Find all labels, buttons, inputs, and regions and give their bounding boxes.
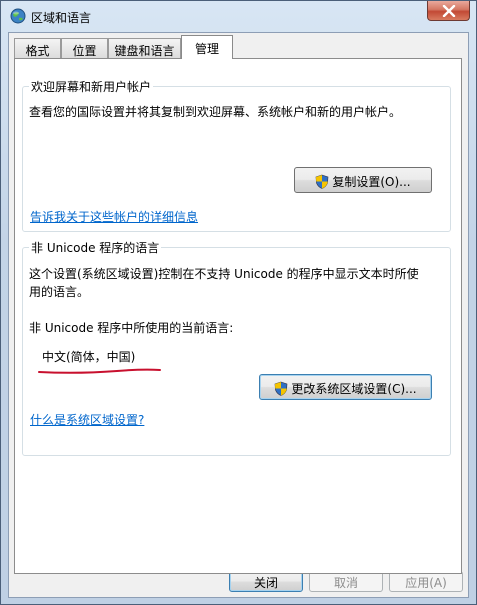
unicode-description-line1: 这个设置(系统区域设置)控制在不支持 Unicode 的程序中显示文本时所使 <box>29 267 419 281</box>
change-system-locale-button[interactable]: 更改系统区域设置(C)... <box>259 374 432 400</box>
close-icon <box>442 5 456 17</box>
tab-label: 位置 <box>72 44 97 58</box>
copy-settings-label: 复制设置(O)... <box>332 175 411 189</box>
apply-button-label: 应用(A) <box>405 576 447 590</box>
current-language-label: 非 Unicode 程序中所使用的当前语言: <box>29 321 234 335</box>
tab-keyboards-languages[interactable]: 键盘和语言 <box>108 38 181 58</box>
tab-label: 管理 <box>194 42 219 56</box>
window-title: 区域和语言 <box>31 11 92 25</box>
dialog-client: 格式 位置 键盘和语言 管理 欢迎屏幕和新用户帐户 查看您的国际设置并将其复制到… <box>8 32 469 598</box>
tab-label: 键盘和语言 <box>114 44 175 58</box>
tab-label: 格式 <box>25 44 50 58</box>
tab-location[interactable]: 位置 <box>61 38 108 58</box>
tab-formats[interactable]: 格式 <box>14 38 61 58</box>
system-locale-help-link[interactable]: 什么是系统区域设置? <box>30 411 144 428</box>
region-language-window: 区域和语言 格式 位置 键盘和语言 管理 欢迎屏幕和新用户帐户 查看您的国际设置… <box>0 0 477 605</box>
apply-button[interactable]: 应用(A) <box>389 571 463 592</box>
close-window-button[interactable] <box>427 1 470 21</box>
current-language-value: 中文(简体，中国) <box>42 350 136 364</box>
annotation-underline <box>38 368 161 374</box>
unicode-description-line2: 用的语言。 <box>29 285 90 299</box>
group-title: 非 Unicode 程序的语言 <box>29 239 162 256</box>
globe-icon <box>10 8 26 24</box>
title-bar: 区域和语言 <box>1 1 476 31</box>
close-button[interactable]: 关闭 <box>229 571 303 592</box>
change-system-locale-label: 更改系统区域设置(C)... <box>291 382 417 396</box>
tab-administrative[interactable]: 管理 <box>181 35 233 59</box>
uac-shield-icon <box>315 174 329 192</box>
welcome-description: 查看您的国际设置并将其复制到欢迎屏幕、系统帐户和新的用户帐户。 <box>29 105 402 119</box>
copy-settings-button[interactable]: 复制设置(O)... <box>294 167 432 193</box>
welcome-screen-group: 欢迎屏幕和新用户帐户 查看您的国际设置并将其复制到欢迎屏幕、系统帐户和新的用户帐… <box>22 78 451 232</box>
non-unicode-group: 非 Unicode 程序的语言 这个设置(系统区域设置)控制在不支持 Unico… <box>22 239 451 456</box>
welcome-accounts-help-link[interactable]: 告诉我关于这些帐户的详细信息 <box>30 208 198 225</box>
group-title: 欢迎屏幕和新用户帐户 <box>29 78 154 95</box>
cancel-button[interactable]: 取消 <box>309 571 383 592</box>
uac-shield-icon <box>274 381 288 399</box>
close-button-label: 关闭 <box>253 576 278 590</box>
administrative-panel: 欢迎屏幕和新用户帐户 查看您的国际设置并将其复制到欢迎屏幕、系统帐户和新的用户帐… <box>14 58 462 574</box>
cancel-button-label: 取消 <box>333 576 358 590</box>
